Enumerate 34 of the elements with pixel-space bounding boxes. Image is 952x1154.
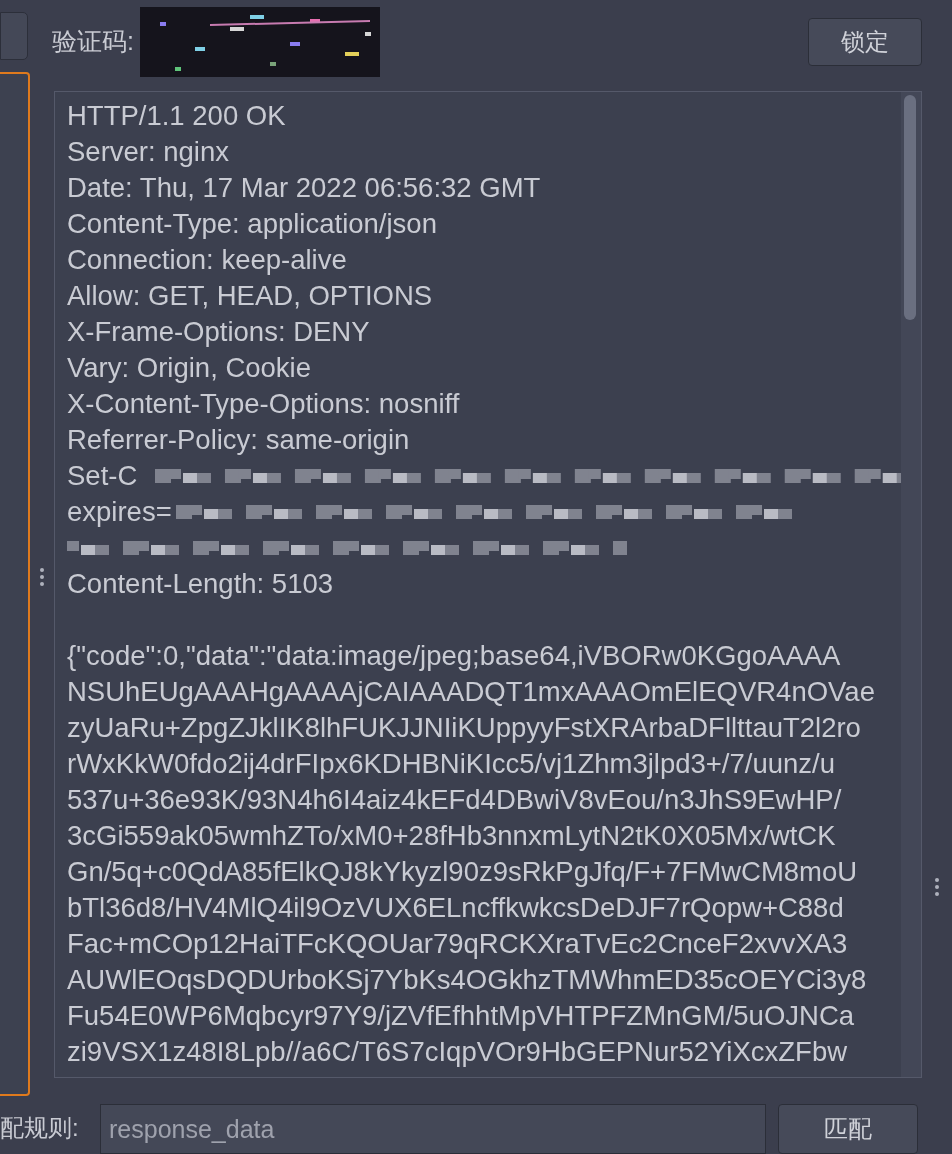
response-line: Referrer-Policy: same-origin (67, 423, 410, 458)
response-line: Content-Type: application/json (67, 207, 437, 242)
splitter-handle[interactable] (935, 878, 939, 896)
response-line: Fu54E0WP6Mqbcyr97Y9/jZVfEfhhtMpVHTPFZMnGM/5uOJNCa (67, 999, 855, 1034)
response-line: 3cGi559ak05wmhZTo/xM0+28fHb3nnxmLytN2tK0X05Mx/wtCK (67, 819, 836, 854)
response-line: 537u+36e93K/93N4h6I4aiz4kEFd4DBwiV8vEou/n3JhS9EwHP/ (67, 783, 842, 818)
response-line: rWxKkW0fdo2ij4drFIpx6KDHBNiKIcc5/vj1Zhm3jlpd3+/7/uunz/u (67, 747, 835, 782)
response-line: Fac+mCOp12HaiTFcKQOUar79qRCKXraTvEc2CnceF2xvvXA3 (67, 927, 848, 962)
response-line: bTl36d8/HV4MlQ4il9OzVUX6ELncffkwkcsDeDJF7rQopw+C88d (67, 891, 844, 926)
match-button[interactable]: 匹配 (778, 1104, 918, 1154)
response-line: NSUhEUgAAAHgAAAAjCAIAAADQT1mxAAAOmElEQVR4nOVae (67, 675, 875, 710)
match-rule-field[interactable]: response_data (100, 1104, 766, 1154)
response-line: Connection: keep-alive (67, 243, 347, 278)
response-line: Gn/5q+c0QdA85fElkQJ8kYkyzl90z9sRkPgJfq/F+7FMwCM8moU (67, 855, 858, 890)
response-line: Date: Thu, 17 Mar 2022 06:56:32 GMT (67, 171, 541, 206)
response-line: Server: nginx (67, 135, 230, 170)
response-line: expires= (67, 495, 172, 530)
response-line: Allow: GET, HEAD, OPTIONS (67, 279, 433, 314)
response-line: Set-C (67, 459, 138, 494)
response-line: Vary: Origin, Cookie (67, 351, 312, 386)
response-line: Content-Length: 5103 (67, 567, 334, 602)
response-text-area[interactable] (54, 91, 922, 1078)
response-line: zyUaRu+ZpgZJklIK8lhFUKJJNIiKUppyyFstXRArbaDFllttauT2l2ro (67, 711, 861, 746)
response-line: HTTP/1.1 200 OK (67, 99, 286, 134)
response-line: zi9VSX1z48I8Lpb//a6C/T6S7cIqpVOr9HbGEPNur52YiXcxZFbw (67, 1035, 848, 1070)
scrollbar[interactable] (901, 92, 921, 1077)
response-line: {"code":0,"data":"data:image/jpeg;base64,iVBORw0KGgoAAAA (67, 639, 841, 674)
captcha-label: 验证码: (52, 25, 134, 57)
match-rule-label: 配规则: (0, 1113, 80, 1143)
splitter-handle[interactable] (40, 568, 44, 586)
response-line: X-Frame-Options: DENY (67, 315, 370, 350)
lock-button[interactable]: 锁定 (808, 17, 922, 66)
response-line: AUWlEOqsDQDUrboKSj7YbKs4OGkhzTMWhmED35cOEYCi3y8 (67, 963, 867, 998)
response-line: X-Content-Type-Options: nosniff (67, 387, 460, 422)
